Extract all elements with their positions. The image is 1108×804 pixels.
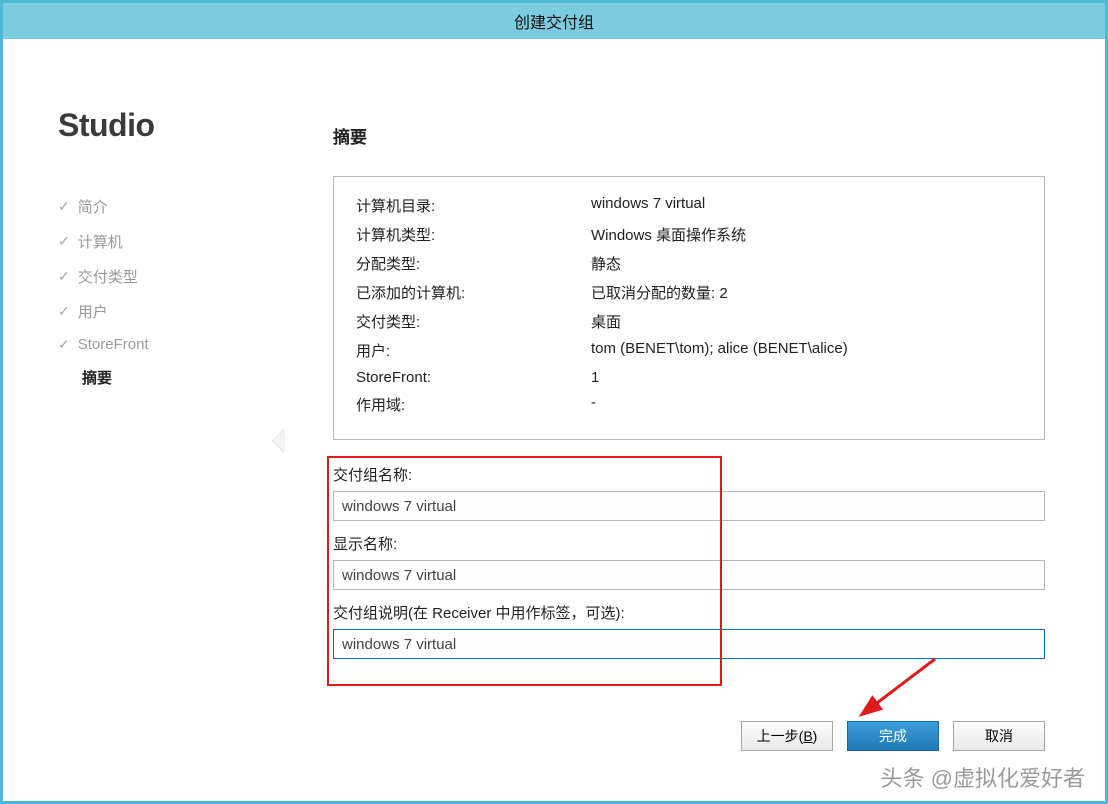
back-suffix: ) (813, 728, 818, 744)
display-name-label: 显示名称: (333, 533, 1045, 554)
summary-value: tom (BENET\tom); alice (BENET\alice) (591, 340, 1022, 361)
summary-box: 计算机目录: windows 7 virtual 计算机类型: Windows … (333, 176, 1045, 440)
check-icon: ✓ (58, 233, 70, 250)
cancel-button[interactable]: 取消 (953, 721, 1045, 751)
brand-title: Studio (58, 107, 278, 144)
step-label: 交付类型 (78, 266, 138, 287)
summary-value: 桌面 (591, 311, 1022, 332)
summary-value: 已取消分配的数量: 2 (591, 282, 1022, 303)
summary-row: StoreFront: 1 (356, 369, 1022, 386)
summary-row: 作用域: - (356, 394, 1022, 415)
step-label: 摘要 (82, 367, 112, 388)
step-summary[interactable]: 摘要 (58, 367, 278, 388)
summary-row: 计算机类型: Windows 桌面操作系统 (356, 224, 1022, 245)
page-heading: 摘要 (333, 123, 1045, 148)
step-label: 计算机 (78, 231, 123, 252)
summary-label: StoreFront: (356, 369, 591, 386)
display-name-input[interactable] (333, 560, 1045, 590)
summary-value: 静态 (591, 253, 1022, 274)
description-input[interactable] (333, 629, 1045, 659)
finish-button[interactable]: 完成 (847, 721, 939, 751)
check-icon: ✓ (58, 303, 70, 320)
step-label: 用户 (78, 301, 108, 322)
summary-value: windows 7 virtual (591, 195, 1022, 216)
step-delivery-type[interactable]: ✓ 交付类型 (58, 266, 278, 287)
summary-label: 分配类型: (356, 253, 591, 274)
check-icon: ✓ (58, 268, 70, 285)
check-icon: ✓ (58, 198, 70, 215)
summary-label: 交付类型: (356, 311, 591, 332)
back-prefix: 上一步( (757, 726, 804, 746)
summary-row: 已添加的计算机: 已取消分配的数量: 2 (356, 282, 1022, 303)
summary-label: 用户: (356, 340, 591, 361)
step-label: 简介 (78, 196, 108, 217)
summary-label: 已添加的计算机: (356, 282, 591, 303)
step-intro[interactable]: ✓ 简介 (58, 196, 278, 217)
summary-value: Windows 桌面操作系统 (591, 224, 1022, 245)
dialog-body: Studio ✓ 简介 ✓ 计算机 ✓ 交付类型 ✓ 用户 ✓ StoreFro… (3, 39, 1105, 801)
finish-label: 完成 (879, 726, 907, 746)
step-label: StoreFront (78, 336, 149, 353)
check-icon: ✓ (58, 336, 70, 353)
button-row: 上一步(B) 完成 取消 (741, 721, 1045, 751)
summary-row: 交付类型: 桌面 (356, 311, 1022, 332)
summary-label: 计算机目录: (356, 195, 591, 216)
titlebar: 创建交付组 (3, 3, 1105, 39)
form-area: 交付组名称: 显示名称: 交付组说明(在 Receiver 中用作标签，可选): (333, 464, 1045, 671)
summary-row: 分配类型: 静态 (356, 253, 1022, 274)
summary-value: - (591, 394, 1022, 415)
summary-value: 1 (591, 369, 1022, 386)
summary-row: 计算机目录: windows 7 virtual (356, 195, 1022, 216)
cancel-label: 取消 (985, 726, 1013, 746)
group-name-label: 交付组名称: (333, 464, 1045, 485)
back-key: B (803, 728, 812, 744)
main-panel: 摘要 计算机目录: windows 7 virtual 计算机类型: Windo… (278, 39, 1105, 801)
summary-label: 作用域: (356, 394, 591, 415)
description-label: 交付组说明(在 Receiver 中用作标签，可选): (333, 602, 1045, 623)
dialog-window: 创建交付组 Studio ✓ 简介 ✓ 计算机 ✓ 交付类型 ✓ 用户 ✓ (0, 0, 1108, 804)
summary-row: 用户: tom (BENET\tom); alice (BENET\alice) (356, 340, 1022, 361)
step-machines[interactable]: ✓ 计算机 (58, 231, 278, 252)
window-title: 创建交付组 (514, 9, 594, 33)
wizard-sidebar: Studio ✓ 简介 ✓ 计算机 ✓ 交付类型 ✓ 用户 ✓ StoreFro… (3, 39, 278, 801)
step-users[interactable]: ✓ 用户 (58, 301, 278, 322)
group-name-input[interactable] (333, 491, 1045, 521)
step-storefront[interactable]: ✓ StoreFront (58, 336, 278, 353)
summary-label: 计算机类型: (356, 224, 591, 245)
back-button[interactable]: 上一步(B) (741, 721, 833, 751)
